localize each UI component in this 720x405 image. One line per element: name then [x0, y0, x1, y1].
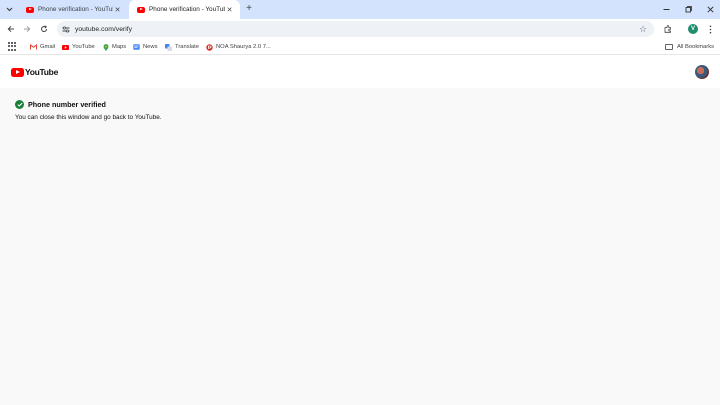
news-icon — [133, 44, 140, 51]
page-content: YouTube Phone number verified You can cl… — [0, 56, 720, 405]
tab-strip: Phone verification - YouTube ✕ Phone ver… — [0, 0, 720, 19]
bookmark-translate[interactable]: Translate — [165, 41, 199, 53]
bookmark-noa-shaurya[interactable]: NOA Shaurya 2.0 7... — [206, 41, 271, 53]
bookmark-label: News — [143, 44, 158, 50]
bookmark-label: YouTube — [72, 44, 95, 50]
site-info-button[interactable] — [61, 24, 71, 34]
tab-phone-verification-1[interactable]: Phone verification - YouTube ✕ — [18, 0, 128, 19]
window-close-button[interactable] — [703, 2, 717, 16]
youtube-icon — [62, 44, 69, 51]
bookmark-gmail[interactable]: Gmail — [30, 41, 55, 53]
bookmarks-bar: Gmail YouTube Maps News Translate NOA Sh… — [0, 39, 720, 55]
translate-icon — [165, 43, 172, 51]
youtube-logo[interactable]: YouTube — [11, 67, 58, 77]
new-tab-button[interactable]: + — [243, 3, 255, 15]
verification-title: Phone number verified — [28, 100, 106, 109]
kebab-menu-icon — [709, 25, 711, 33]
restore-icon — [685, 5, 692, 12]
browser-menu-button[interactable] — [703, 22, 717, 36]
reload-button[interactable] — [37, 22, 51, 36]
bookmark-label: Maps — [112, 44, 127, 50]
forward-button[interactable] — [20, 22, 34, 36]
all-bookmarks-label: All Bookmarks — [676, 44, 714, 50]
all-bookmarks-button[interactable]: All Bookmarks — [664, 41, 714, 53]
close-icon: ✕ — [226, 6, 233, 14]
address-bar[interactable]: youtube.com/verify ☆ — [57, 21, 654, 37]
puzzle-icon — [664, 25, 671, 33]
bookmark-label: NOA Shaurya 2.0 7... — [216, 44, 271, 50]
noa-icon — [206, 43, 213, 51]
star-icon: ☆ — [638, 23, 648, 34]
verification-header: Phone number verified — [15, 100, 162, 109]
youtube-favicon-icon — [26, 6, 34, 13]
profile-avatar: V — [688, 24, 698, 34]
youtube-play-icon — [11, 67, 24, 77]
tab-search-button[interactable] — [3, 3, 16, 16]
bookmark-star-button[interactable]: ☆ — [638, 24, 648, 34]
tab-title: Phone verification - YouTube — [38, 6, 113, 13]
youtube-logo-text: YouTube — [25, 67, 58, 77]
tab-close-button[interactable]: ✕ — [113, 5, 122, 14]
tune-icon — [62, 25, 70, 33]
chevron-down-icon — [6, 7, 13, 12]
browser-toolbar: youtube.com/verify ☆ V — [0, 19, 720, 39]
bookmark-youtube[interactable]: YouTube — [62, 41, 95, 53]
back-button[interactable] — [4, 22, 18, 36]
forward-arrow-icon — [24, 25, 31, 33]
tab-close-button[interactable]: ✕ — [225, 5, 234, 14]
tab-title: Phone verification - YouTube — [149, 6, 225, 13]
close-icon: ✕ — [114, 6, 121, 14]
profile-button[interactable]: V — [686, 22, 700, 36]
gmail-icon — [30, 44, 37, 51]
bookmark-label: Gmail — [40, 44, 56, 50]
back-arrow-icon — [7, 25, 14, 33]
tab-phone-verification-2[interactable]: Phone verification - YouTube ✕ — [129, 0, 240, 19]
youtube-header: YouTube — [0, 56, 720, 88]
minimize-button[interactable] — [659, 2, 673, 16]
account-avatar[interactable] — [695, 65, 709, 79]
apps-grid-icon[interactable] — [8, 42, 17, 51]
check-circle-icon — [15, 100, 24, 109]
bookmark-maps[interactable]: Maps — [102, 41, 126, 53]
minimize-icon — [663, 8, 669, 10]
reload-icon — [41, 25, 48, 33]
folder-icon — [664, 44, 673, 50]
extensions-button[interactable] — [661, 22, 675, 36]
verification-message: You can close this window and go back to… — [15, 114, 162, 121]
bookmark-label: Translate — [175, 44, 199, 50]
bookmark-news[interactable]: News — [133, 41, 158, 53]
plus-icon: + — [246, 3, 252, 14]
youtube-favicon-icon — [137, 6, 145, 13]
verification-panel: Phone number verified You can close this… — [15, 100, 162, 121]
url-text[interactable]: youtube.com/verify — [75, 26, 132, 33]
restore-button[interactable] — [681, 2, 695, 16]
maps-pin-icon — [102, 43, 109, 51]
close-icon — [706, 5, 714, 13]
